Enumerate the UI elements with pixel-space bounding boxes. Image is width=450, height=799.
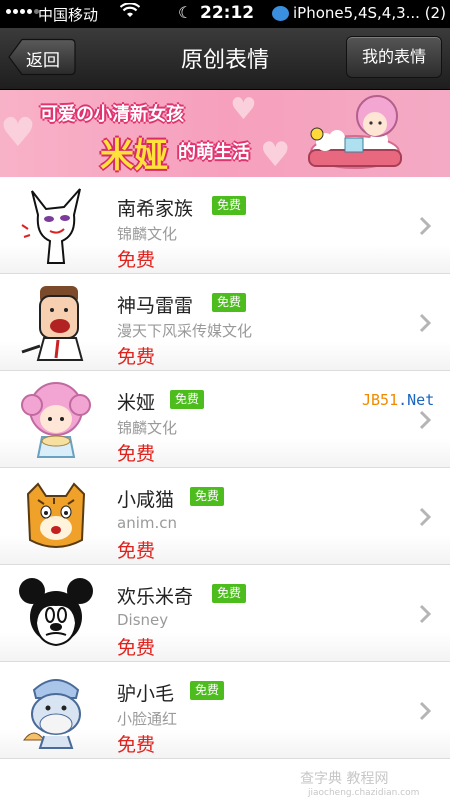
list-item[interactable]: 驴小毛 免费 小脸通红 免费 bbox=[0, 662, 450, 759]
bathtub-girl-illustration bbox=[308, 95, 402, 169]
sticker-author: anim.cn bbox=[117, 514, 177, 532]
free-badge: 免费 bbox=[190, 487, 225, 506]
chevron-right-icon bbox=[419, 410, 432, 430]
banner-subtitle: 可爱の小清新女孩 bbox=[40, 104, 184, 125]
sticker-author: 小脸通红 bbox=[117, 710, 178, 728]
list-item[interactable]: 欢乐米奇 免费 Disney 免费 bbox=[0, 565, 450, 662]
promo-banner[interactable]: ♥ ♥ ♥ 可爱の小清新女孩 米娅 的萌生活 bbox=[0, 90, 450, 177]
chevron-right-icon bbox=[419, 604, 432, 624]
sticker-name: 神马雷雷 bbox=[117, 295, 194, 317]
bottom-watermark: 查字典 教程网 jiaocheng.chazidian.com bbox=[300, 768, 419, 798]
signal-strength-icon bbox=[6, 9, 39, 14]
heart-icon: ♥ bbox=[260, 135, 291, 175]
watermark-part2: .Net bbox=[398, 391, 435, 409]
sticker-name: 米娅 bbox=[117, 392, 156, 414]
list-item[interactable]: 南希家族 免费 锦麟文化 免费 bbox=[0, 177, 450, 274]
chevron-right-icon bbox=[419, 313, 432, 333]
sticker-price: 免费 bbox=[117, 443, 156, 465]
chevron-right-icon bbox=[419, 216, 432, 236]
banner-tagline: 的萌生活 bbox=[178, 142, 250, 163]
donkey-icon bbox=[23, 679, 81, 749]
sticker-price: 免费 bbox=[117, 346, 156, 368]
heart-icon: ♥ bbox=[0, 110, 36, 156]
free-badge: 免费 bbox=[212, 196, 247, 215]
free-badge: 免费 bbox=[170, 390, 205, 409]
leilei-man-icon bbox=[21, 286, 84, 361]
status-bar: 中国移动 ☾ 22:12 iPhone5,4S,4,3... (2) bbox=[0, 0, 450, 28]
sticker-price: 免费 bbox=[117, 637, 156, 659]
free-badge: 免费 bbox=[212, 584, 247, 603]
mickey-icon bbox=[19, 578, 93, 647]
sticker-price: 免费 bbox=[117, 734, 156, 756]
moon-icon: ☾ bbox=[178, 3, 193, 22]
message-bubble-icon bbox=[272, 6, 289, 21]
notification-text[interactable]: iPhone5,4S,4,3... (2) bbox=[293, 4, 446, 22]
list-item[interactable]: 米娅 免费 锦麟文化 免费 JB51.Net bbox=[0, 371, 450, 468]
sticker-author: Disney bbox=[117, 611, 169, 629]
clock-time: 22:12 bbox=[200, 3, 255, 23]
fox-girl-icon bbox=[21, 188, 81, 264]
list-item[interactable]: 神马雷雷 免费 漫天下风采传媒文化 免费 bbox=[0, 274, 450, 371]
heart-icon: ♥ bbox=[230, 92, 257, 127]
my-stickers-button[interactable]: 我的表情 bbox=[346, 36, 442, 78]
chevron-right-icon bbox=[419, 507, 432, 527]
tiger-cat-icon bbox=[26, 482, 86, 548]
sticker-name: 小咸猫 bbox=[117, 489, 175, 511]
watermark-part1: JB51 bbox=[362, 391, 399, 409]
mia-girl-icon bbox=[21, 382, 91, 458]
bottom-watermark-main: 查字典 教程网 bbox=[300, 771, 389, 787]
sticker-author: 锦麟文化 bbox=[117, 225, 178, 243]
chevron-right-icon bbox=[419, 701, 432, 721]
sticker-price: 免费 bbox=[117, 249, 156, 271]
banner-title: 米娅 bbox=[100, 136, 168, 176]
carrier-label: 中国移动 bbox=[38, 6, 99, 24]
sticker-name: 驴小毛 bbox=[117, 683, 175, 705]
free-badge: 免费 bbox=[212, 293, 247, 312]
sticker-name: 欢乐米奇 bbox=[117, 586, 194, 608]
free-badge: 免费 bbox=[190, 681, 225, 700]
list-item[interactable]: 小咸猫 免费 anim.cn 免费 bbox=[0, 468, 450, 565]
sticker-name: 南希家族 bbox=[117, 198, 194, 220]
wifi-icon bbox=[119, 2, 141, 23]
bottom-watermark-sub: jiaocheng.chazidian.com bbox=[308, 788, 420, 798]
sticker-author: 锦麟文化 bbox=[117, 419, 178, 437]
sticker-list: 南希家族 免费 锦麟文化 免费 神马雷雷 免费 漫天下风采传媒文化 免费 米娅 … bbox=[0, 177, 450, 759]
site-watermark: JB51.Net bbox=[362, 391, 434, 409]
sticker-author: 漫天下风采传媒文化 bbox=[117, 322, 253, 340]
navigation-bar: 返回 原创表情 我的表情 bbox=[0, 28, 450, 90]
sticker-price: 免费 bbox=[117, 540, 156, 562]
